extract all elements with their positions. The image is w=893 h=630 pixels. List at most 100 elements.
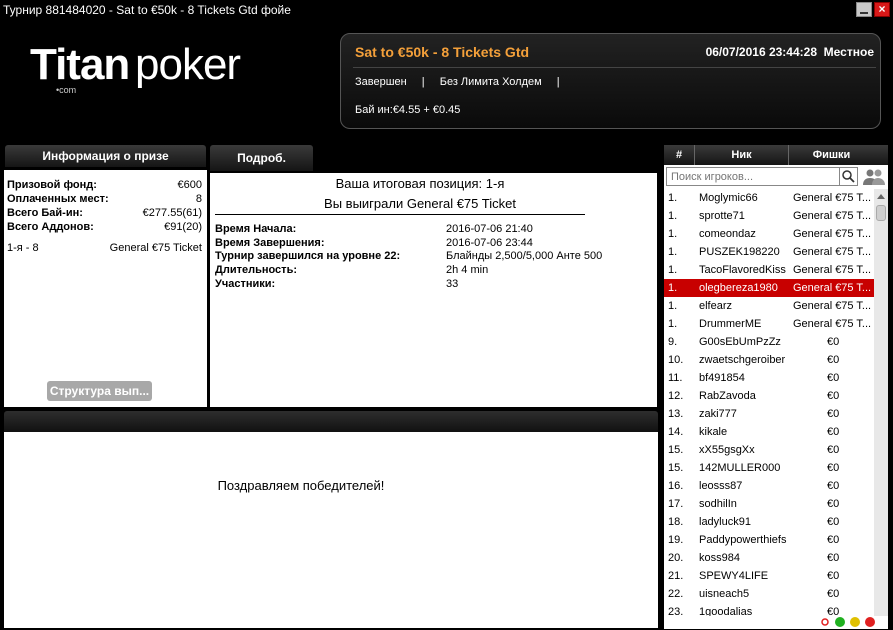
player-row[interactable]: 15. xX55gsgXx €0: [664, 441, 874, 459]
player-row[interactable]: 1. TacoFlavoredKiss General €75 T...: [664, 261, 874, 279]
player-nick: TacoFlavoredKiss: [699, 264, 786, 276]
player-search-area: [664, 165, 888, 189]
player-nick: leosss87: [699, 480, 743, 492]
player-row[interactable]: 1. PUSZEK198220 General €75 T...: [664, 243, 874, 261]
players-list[interactable]: 1. Moglymic66 General €75 T... 1. sprotte71 G…: [664, 189, 874, 616]
player-search-input[interactable]: [666, 167, 841, 186]
player-row[interactable]: 17. sodhilIn €0: [664, 495, 874, 513]
player-chips: General €75 T...: [793, 228, 872, 240]
player-chips: €0: [827, 552, 840, 564]
player-chips: €0: [827, 480, 840, 492]
logo-part-titan: Titan: [30, 40, 130, 89]
payout-structure-button[interactable]: Структура вып...: [47, 381, 152, 401]
player-chips: €0: [827, 588, 840, 600]
player-chips: €0: [827, 444, 840, 456]
player-row[interactable]: 1. olegbereza1980 General €75 T...: [664, 279, 874, 297]
player-rank: 9.: [668, 336, 678, 348]
player-rank: 1.: [668, 228, 678, 240]
player-nick: olegbereza1980: [699, 282, 778, 294]
players-scrollbar[interactable]: [874, 189, 888, 616]
player-chips: General €75 T...: [793, 282, 872, 294]
player-chips: €0: [827, 336, 840, 348]
player-nick: elfearz: [699, 300, 733, 312]
player-row[interactable]: 18. ladyluck91 €0: [664, 513, 874, 531]
player-row[interactable]: 1. DrummerME General €75 T...: [664, 315, 874, 333]
player-row[interactable]: 22. uisneach5 €0: [664, 585, 874, 603]
final-position: Ваша итоговая позиция: 1-я: [335, 176, 505, 191]
player-row[interactable]: 15. 142MULLER000 €0: [664, 459, 874, 477]
player-chips: €0: [827, 426, 840, 438]
game-type: Без Лимита Холдем: [439, 76, 542, 88]
player-nick: SPEWY4LIFE: [699, 570, 769, 582]
player-row[interactable]: 1. elfearz General €75 T...: [664, 297, 874, 315]
minimize-button[interactable]: [856, 2, 872, 17]
header-meta-row: Завершен | Без Лимита Холдем |: [355, 76, 572, 88]
player-nick: sprotte71: [699, 210, 745, 222]
player-nick: comeondaz: [699, 228, 756, 240]
player-rank: 19.: [668, 534, 684, 546]
player-row[interactable]: 14. kikale €0: [664, 423, 874, 441]
player-rank: 10.: [668, 354, 684, 366]
player-rank: 15.: [668, 444, 684, 456]
player-row[interactable]: 12. RabZavoda €0: [664, 387, 874, 405]
player-chips: General €75 T...: [793, 300, 872, 312]
player-row[interactable]: 1. comeondaz General €75 T...: [664, 225, 874, 243]
titanpoker-logo: Titan poker •com: [30, 40, 260, 100]
column-rank[interactable]: #: [664, 145, 694, 165]
scrollbar-thumb[interactable]: [876, 205, 886, 221]
player-row[interactable]: 20. koss984 €0: [664, 549, 874, 567]
column-nick[interactable]: Ник: [695, 145, 788, 165]
status-green-icon: [835, 617, 845, 627]
player-row[interactable]: 9. G00sEbUmPzZz €0: [664, 333, 874, 351]
player-nick: RabZavoda: [699, 390, 756, 402]
details-divider: [215, 214, 585, 215]
player-chips: General €75 T...: [793, 210, 872, 222]
tournament-datetime: 06/07/2016 23:44:28 Местное: [706, 45, 874, 59]
details-value: 2h 4 min: [446, 264, 489, 276]
datetime-value: 06/07/2016 23:44:28: [705, 45, 817, 59]
search-icon[interactable]: [839, 167, 858, 186]
player-row[interactable]: 1. Moglymic66 General €75 T...: [664, 189, 874, 207]
player-row[interactable]: 21. SPEWY4LIFE €0: [664, 567, 874, 585]
player-row[interactable]: 23. 1goodalias €0: [664, 603, 874, 616]
player-row[interactable]: 13. zaki777 €0: [664, 405, 874, 423]
player-nick: kikale: [699, 426, 728, 438]
logo-suffix: •com: [56, 85, 77, 95]
prize-row: Всего Аддонов: €91(20): [7, 221, 202, 233]
player-nick: xX55gsgXx: [699, 444, 755, 456]
prize-label: Всего Аддонов:: [7, 221, 94, 233]
header-divider: [353, 67, 876, 68]
player-rank: 1.: [668, 264, 678, 276]
player-chips: €0: [827, 606, 840, 616]
player-nick: Paddypowerthiefs: [699, 534, 787, 546]
player-row[interactable]: 11. bf491854 €0: [664, 369, 874, 387]
player-rank: 15.: [668, 462, 684, 474]
prize-row: Призовой фонд: €600: [7, 179, 202, 191]
column-chips[interactable]: Фишки: [789, 145, 874, 165]
winners-panel: Поздравляем победителей!: [4, 432, 658, 628]
timezone-label: Местное: [823, 45, 874, 59]
player-rank: 1.: [668, 246, 678, 258]
prize-value: €91(20): [164, 221, 202, 233]
player-chips: €0: [827, 372, 840, 384]
scroll-up-icon[interactable]: [874, 189, 888, 203]
users-icon[interactable]: [862, 168, 886, 186]
details-value: Блайнды 2,500/5,000 Анте 500: [446, 250, 603, 262]
player-row[interactable]: 19. Paddypowerthiefs €0: [664, 531, 874, 549]
prize-label: Всего Бай-ин:: [7, 207, 83, 219]
player-row[interactable]: 10. zwaetschgeroiber €0: [664, 351, 874, 369]
close-button[interactable]: ×: [874, 2, 890, 17]
player-rank: 22.: [668, 588, 684, 600]
player-row[interactable]: 1. sprotte71 General €75 T...: [664, 207, 874, 225]
player-chips: €0: [827, 516, 840, 528]
tab-details[interactable]: Подроб.: [210, 145, 313, 171]
place-value: General €75 Ticket: [109, 242, 202, 254]
player-nick: PUSZEK198220: [699, 246, 780, 258]
player-chips: €0: [827, 462, 840, 474]
place-row: 1-я - 8 General €75 Ticket: [7, 242, 202, 254]
player-row[interactable]: 16. leosss87 €0: [664, 477, 874, 495]
player-nick: koss984: [699, 552, 740, 564]
player-nick: sodhilIn: [699, 498, 737, 510]
player-nick: DrummerME: [699, 318, 762, 330]
player-rank: 1.: [668, 210, 678, 222]
